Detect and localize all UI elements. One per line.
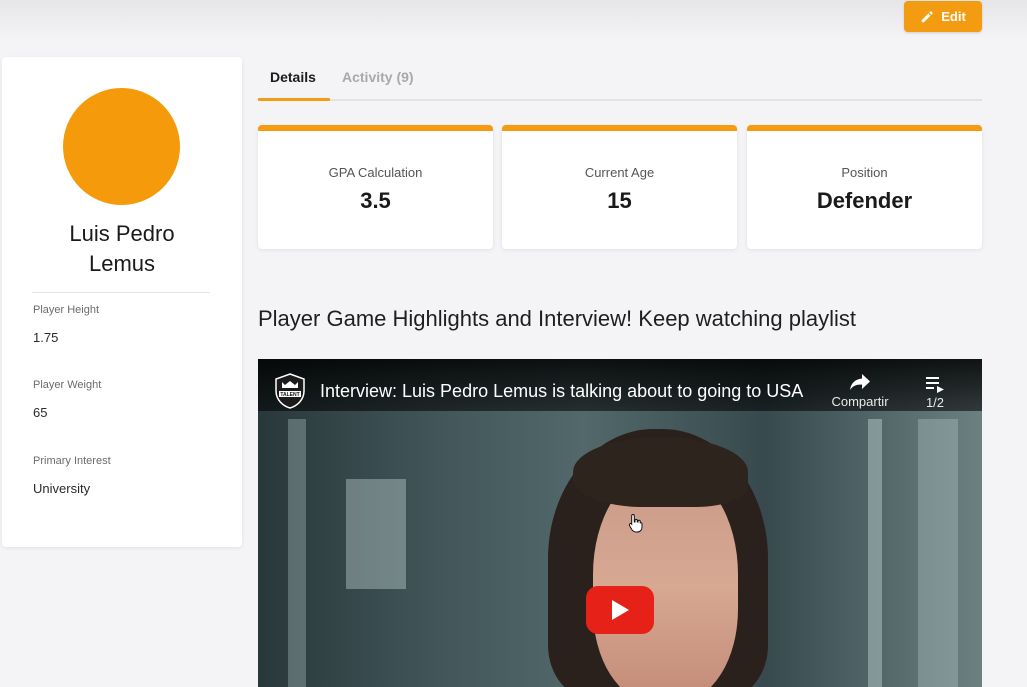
- avatar: [63, 88, 180, 205]
- field-label: Player Height: [33, 304, 100, 316]
- share-button[interactable]: Compartir: [828, 373, 892, 409]
- channel-logo-icon[interactable]: TALENT: [274, 373, 306, 409]
- edit-button[interactable]: Edit: [904, 1, 982, 32]
- video-background-shape: [868, 419, 882, 687]
- video-background-shape: [288, 419, 306, 687]
- share-label: Compartir: [831, 394, 889, 409]
- play-icon: [612, 600, 629, 620]
- tab-bar: Details Activity (9): [258, 60, 982, 102]
- edit-button-label: Edit: [941, 9, 966, 24]
- video-person-fringe: [573, 437, 748, 507]
- video-background-shape: [346, 479, 406, 589]
- stat-label: Position: [841, 165, 888, 180]
- playlist-button[interactable]: 1/2: [920, 375, 950, 410]
- field-label: Player Weight: [33, 379, 102, 391]
- profile-divider: [32, 292, 210, 293]
- profile-card: Luis Pedro Lemus Player Height 1.75 Play…: [2, 57, 242, 547]
- player-profile-page: Edit Luis Pedro Lemus Player Height 1.75…: [0, 0, 1027, 687]
- stat-card-position: Position Defender: [747, 125, 982, 249]
- player-name: Luis Pedro Lemus: [69, 221, 175, 276]
- stat-value: Defender: [816, 188, 913, 213]
- video-background-shape: [918, 419, 958, 687]
- field-player-height: Player Height 1.75: [33, 304, 223, 345]
- field-primary-interest: Primary Interest University: [33, 455, 223, 496]
- video-title[interactable]: Interview: Luis Pedro Lemus is talking a…: [320, 381, 803, 402]
- field-value: 1.75: [33, 330, 59, 345]
- video-player[interactable]: TALENT Interview: Luis Pedro Lemus is ta…: [258, 359, 982, 687]
- stat-label: GPA Calculation: [328, 165, 423, 180]
- field-player-weight: Player Weight 65: [33, 379, 223, 420]
- hand-cursor-icon: [628, 513, 643, 533]
- share-icon: [850, 374, 870, 390]
- playlist-icon: [926, 377, 944, 393]
- tab-bar-line: [258, 99, 982, 101]
- field-label: Primary Interest: [33, 455, 111, 467]
- stat-label: Current Age: [584, 165, 655, 180]
- stat-card-age: Current Age 15: [502, 125, 737, 249]
- playlist-count: 1/2: [925, 395, 945, 410]
- highlights-heading: Player Game Highlights and Interview! Ke…: [258, 306, 856, 331]
- field-value: University: [33, 481, 91, 496]
- stat-card-gpa: GPA Calculation 3.5: [258, 125, 493, 249]
- stat-value: 3.5: [360, 188, 391, 213]
- play-button[interactable]: [586, 586, 654, 634]
- stat-value: 15: [607, 188, 632, 213]
- channel-logo-text: TALENT: [280, 392, 299, 398]
- tab-details[interactable]: Details: [270, 69, 316, 85]
- active-tab-indicator: [258, 98, 330, 101]
- tab-activity[interactable]: Activity (9): [342, 69, 414, 85]
- pencil-icon: [921, 10, 933, 22]
- field-value: 65: [33, 405, 48, 420]
